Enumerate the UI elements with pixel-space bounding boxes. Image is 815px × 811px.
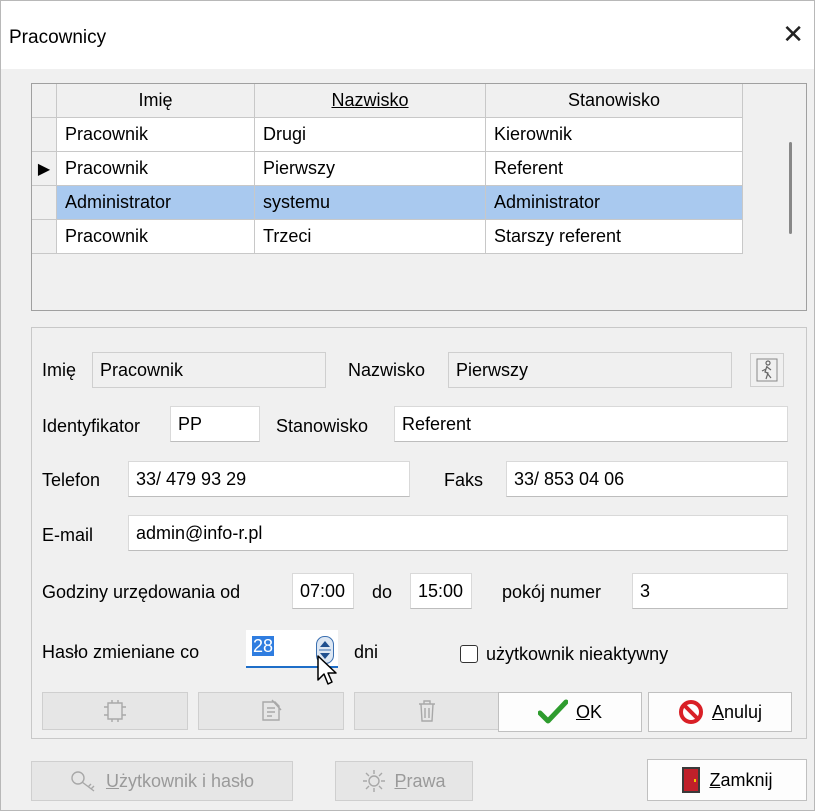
cell-imie[interactable]: Pracownik bbox=[56, 151, 255, 186]
title-bar: Pracownicy ✕ bbox=[1, 1, 814, 69]
nazwisko-label: Nazwisko bbox=[348, 360, 426, 380]
identyfikator-field[interactable]: PP bbox=[170, 406, 260, 442]
zamknij-button[interactable]: Zamknij bbox=[647, 759, 807, 801]
table-row[interactable]: Pracownik Drugi Kierownik bbox=[32, 117, 743, 152]
prawa-accel: P bbox=[394, 770, 407, 791]
current-row-indicator: ▶ bbox=[32, 151, 57, 186]
zamknij-label-rest: amknij bbox=[720, 769, 773, 790]
email-label: E-mail bbox=[42, 525, 94, 545]
cell-stanowisko[interactable]: Starszy referent bbox=[485, 219, 743, 254]
godziny-label: Godziny urzędowania od bbox=[42, 582, 241, 602]
table-row[interactable]: ▶ Pracownik Pierwszy Referent bbox=[32, 151, 743, 186]
grid-header: Imię Nazwisko Stanowisko bbox=[32, 84, 743, 118]
email-field[interactable]: admin@info-r.pl bbox=[128, 515, 788, 551]
identyfikator-label: Identyfikator bbox=[42, 416, 141, 436]
row-indicator bbox=[32, 185, 57, 220]
zamknij-accel: Z bbox=[709, 769, 721, 790]
row-indicator bbox=[32, 219, 57, 254]
uzytkownik-label-rest: żytkownik i hasło bbox=[118, 770, 255, 791]
cell-nazwisko[interactable]: Drugi bbox=[254, 117, 486, 152]
door-icon bbox=[682, 767, 701, 793]
anuluj-accel: A bbox=[711, 701, 724, 722]
nieaktywny-label[interactable]: użytkownik nieaktywny bbox=[486, 644, 668, 665]
walking-person-button[interactable] bbox=[750, 353, 784, 387]
uzytkownik-haslo-button[interactable]: Użytkownik i hasło bbox=[31, 761, 293, 801]
telefon-label: Telefon bbox=[42, 470, 101, 490]
prawa-label-rest: rawa bbox=[406, 770, 446, 791]
cell-stanowisko[interactable]: Referent bbox=[485, 151, 743, 186]
pokoj-field[interactable]: 3 bbox=[632, 573, 788, 609]
key-icon bbox=[71, 771, 95, 792]
row-indicator bbox=[32, 117, 57, 152]
cell-imie[interactable]: Pracownik bbox=[56, 219, 255, 254]
mouse-cursor-icon bbox=[317, 655, 337, 685]
stanowisko-field[interactable]: Referent bbox=[394, 406, 788, 442]
close-icon[interactable]: ✕ bbox=[782, 21, 804, 47]
imie-label: Imię bbox=[42, 360, 77, 380]
cell-nazwisko[interactable]: Trzeci bbox=[254, 219, 486, 254]
column-header-stanowisko[interactable]: Stanowisko bbox=[485, 84, 743, 118]
walking-person-icon bbox=[756, 358, 778, 382]
edit-record-button[interactable] bbox=[198, 692, 344, 730]
godziny-od-field[interactable]: 07:00 bbox=[292, 573, 354, 609]
godziny-do-field[interactable]: 15:00 bbox=[410, 573, 472, 609]
faks-field[interactable]: 33/ 853 04 06 bbox=[506, 461, 788, 497]
haslo-days-value[interactable]: 28 bbox=[252, 636, 275, 656]
cell-nazwisko[interactable]: Pierwszy bbox=[254, 151, 486, 186]
prawa-button[interactable]: Prawa bbox=[335, 761, 473, 801]
delete-trash-icon bbox=[419, 700, 435, 722]
new-record-button[interactable] bbox=[42, 692, 188, 730]
dni-label: dni bbox=[354, 642, 379, 662]
stanowisko-label: Stanowisko bbox=[276, 416, 369, 436]
window-title: Pracownicy bbox=[9, 27, 107, 48]
imie-field[interactable]: Pracownik bbox=[92, 352, 326, 388]
table-row-selected[interactable]: Administrator systemu Administrator bbox=[32, 185, 743, 220]
do-label: do bbox=[372, 582, 393, 602]
grid-corner bbox=[32, 84, 57, 118]
uzytkownik-accel: U bbox=[105, 770, 119, 791]
cancel-circle-icon bbox=[678, 700, 703, 724]
cell-nazwisko[interactable]: systemu bbox=[254, 185, 486, 220]
nieaktywny-checkbox[interactable] bbox=[460, 645, 478, 663]
haslo-label: Hasło zmieniane co bbox=[42, 642, 200, 662]
column-header-imie[interactable]: Imię bbox=[56, 84, 255, 118]
employee-details-panel: Imię Pracownik Nazwisko Pierwszy Identyf… bbox=[31, 327, 807, 739]
faks-label: Faks bbox=[444, 470, 484, 490]
delete-button[interactable] bbox=[354, 692, 500, 730]
new-record-icon bbox=[104, 700, 126, 722]
telefon-field[interactable]: 33/ 479 93 29 bbox=[128, 461, 410, 497]
gear-icon bbox=[363, 770, 386, 792]
cell-imie[interactable]: Administrator bbox=[56, 185, 255, 220]
checkmark-icon bbox=[537, 699, 568, 724]
grid-vertical-scrollbar[interactable] bbox=[773, 84, 806, 310]
anuluj-label-rest: nuluj bbox=[723, 701, 763, 722]
ok-label-rest: K bbox=[590, 701, 603, 722]
employees-grid[interactable]: Imię Nazwisko Stanowisko Pracownik Drugi… bbox=[31, 83, 807, 311]
scrollbar-thumb[interactable] bbox=[789, 142, 792, 234]
pracownicy-window: Pracownicy ✕ Imię Nazwisko Stanowisko Pr… bbox=[0, 0, 815, 811]
table-row[interactable]: Pracownik Trzeci Starszy referent bbox=[32, 219, 743, 254]
cell-imie[interactable]: Pracownik bbox=[56, 117, 255, 152]
column-header-nazwisko[interactable]: Nazwisko bbox=[254, 84, 486, 118]
nazwisko-field[interactable]: Pierwszy bbox=[448, 352, 732, 388]
ok-button[interactable]: OK bbox=[498, 692, 642, 732]
cell-stanowisko[interactable]: Kierownik bbox=[485, 117, 743, 152]
edit-record-icon bbox=[262, 699, 282, 721]
anuluj-button[interactable]: Anuluj bbox=[648, 692, 792, 732]
pokoj-label: pokój numer bbox=[502, 582, 602, 602]
cell-stanowisko[interactable]: Administrator bbox=[485, 185, 743, 220]
ok-accel: O bbox=[575, 701, 590, 722]
